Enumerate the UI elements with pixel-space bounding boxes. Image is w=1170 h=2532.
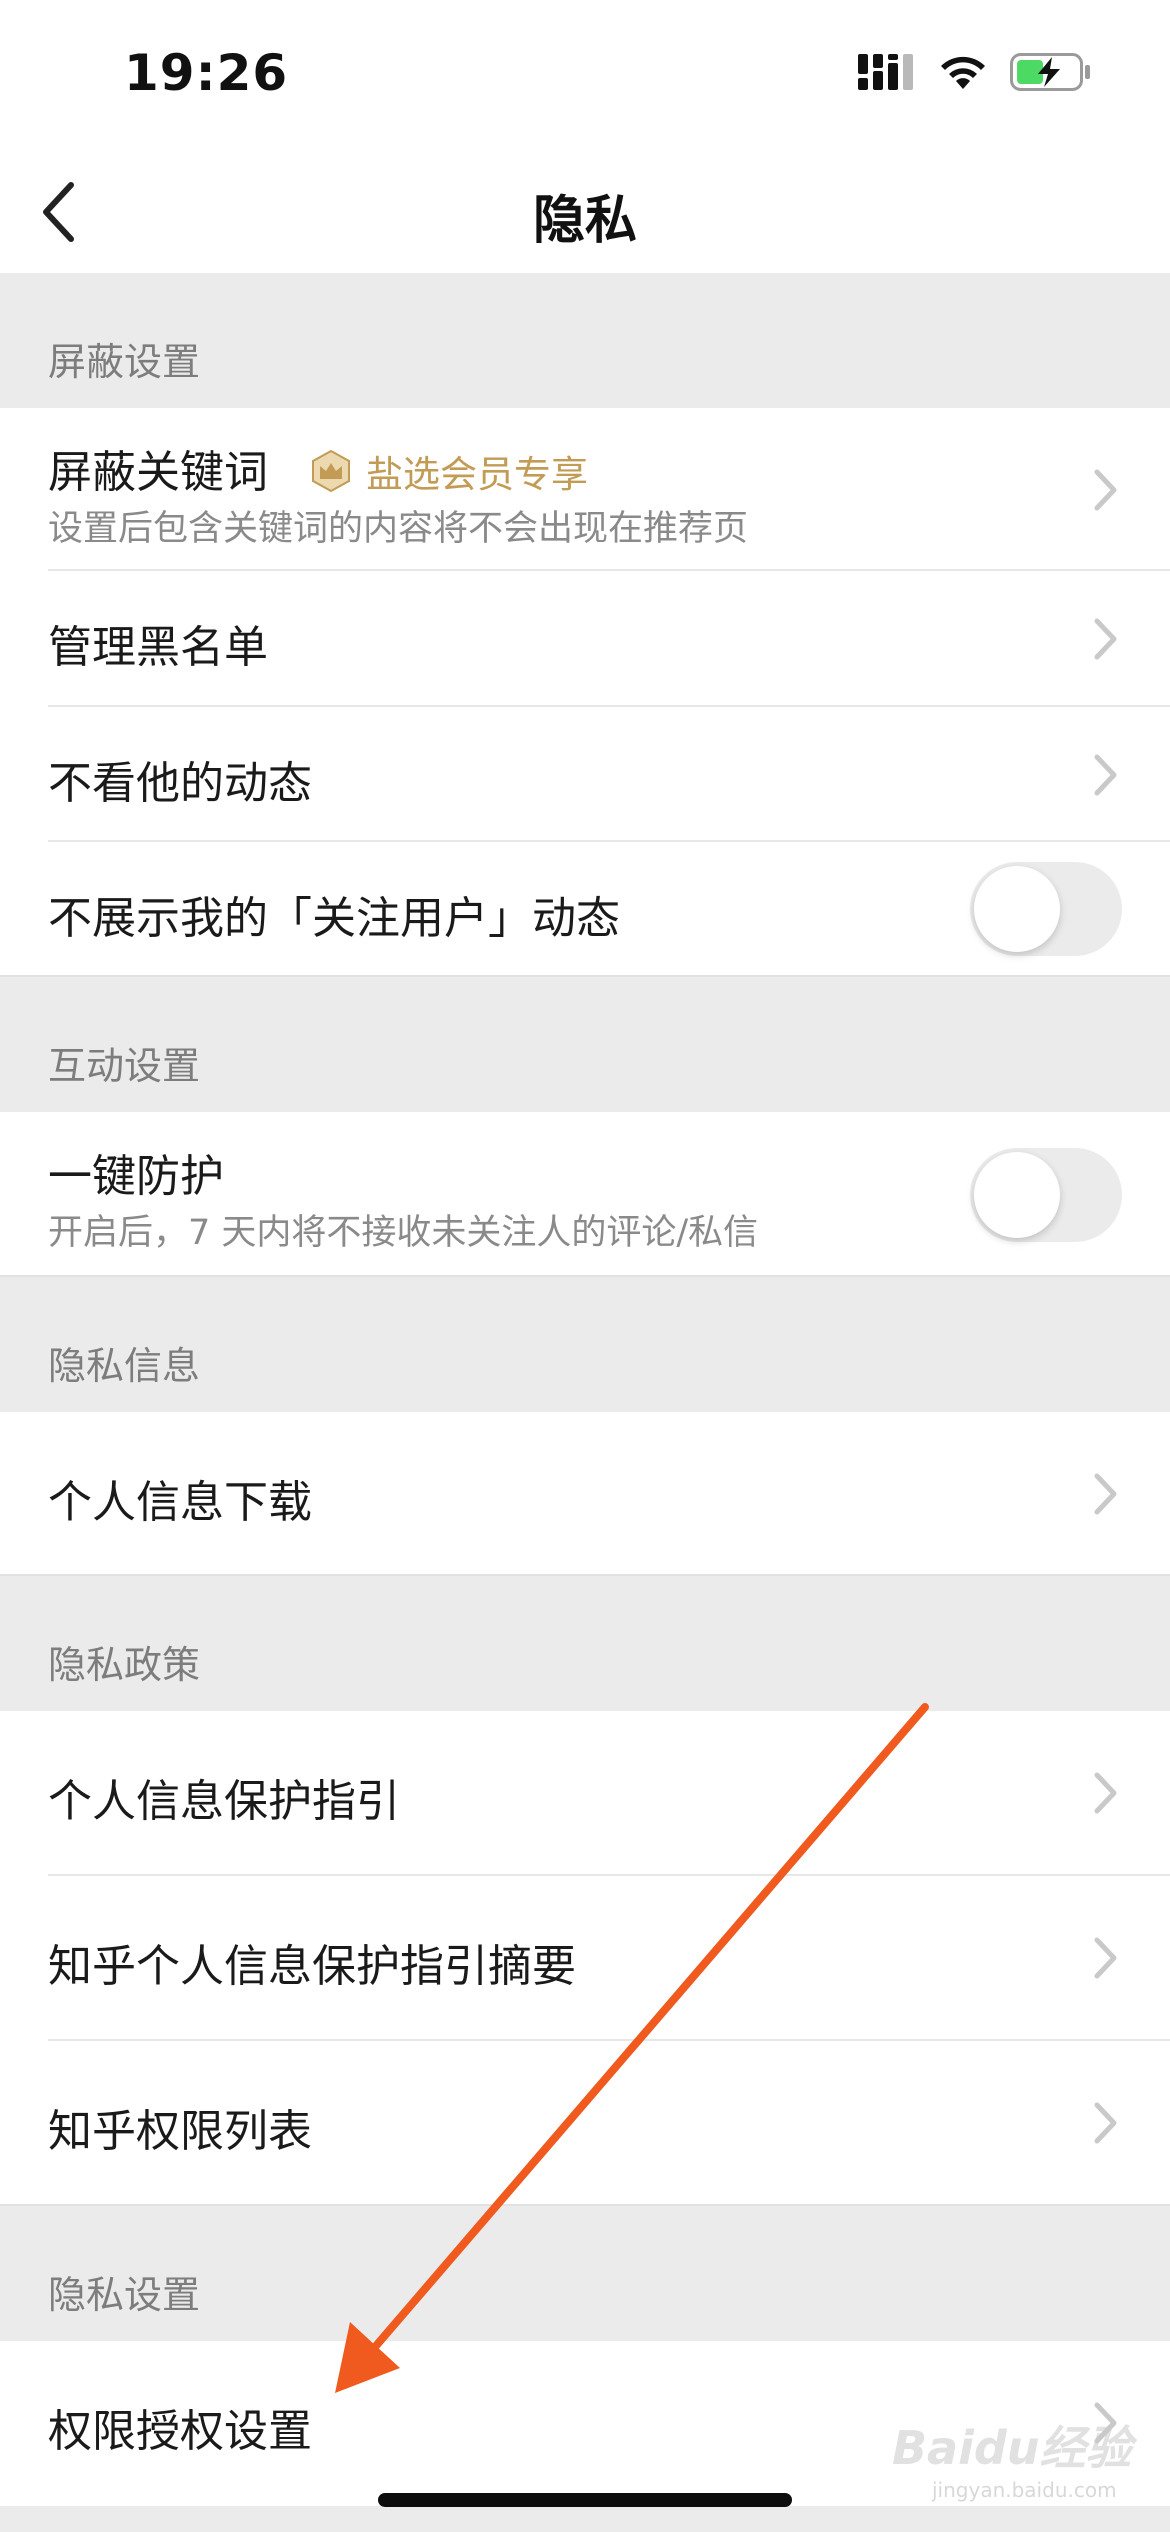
home-indicator [378,2493,792,2507]
annotation-arrow [335,1703,929,2393]
